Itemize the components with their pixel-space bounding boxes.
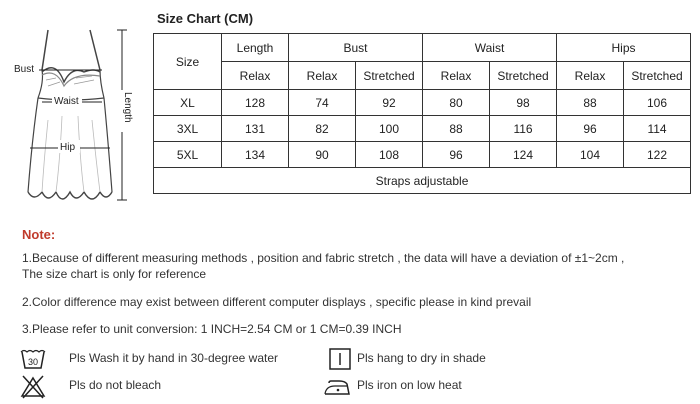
subheader-cell: Relax: [221, 61, 289, 90]
value-cell: 122: [623, 141, 692, 168]
size-cell: 5XL: [153, 141, 222, 168]
value-cell: 106: [623, 89, 692, 116]
value-cell: 88: [556, 89, 625, 116]
subheader-cell: Stretched: [354, 61, 424, 90]
value-cell: 124: [489, 141, 558, 168]
note-deviation: 1.Because of different measuring methods…: [22, 250, 692, 282]
garment-sketch: Bust Waist Hip Length: [12, 29, 133, 201]
value-cell: 114: [623, 115, 692, 142]
note-deviation-line2: The size chart is only for reference: [22, 267, 207, 281]
value-cell: 128: [221, 89, 289, 116]
note-title: Note:: [22, 227, 56, 242]
hip-label: Hip: [60, 142, 75, 153]
waist-header: Waist: [422, 33, 558, 62]
value-cell: 98: [489, 89, 558, 116]
table-footer-row: Straps adjustable: [152, 167, 692, 194]
iron-low-heat-icon: [324, 380, 350, 395]
size-cell: 3XL: [153, 115, 222, 142]
value-cell: 131: [221, 115, 289, 142]
length-label: Length: [122, 92, 133, 123]
subheader-cell: Relax: [422, 61, 491, 90]
waist-label: Waist: [54, 96, 79, 107]
note-color: 2.Color difference may exist between dif…: [22, 295, 532, 309]
hand-wash-icon: 30: [20, 349, 46, 369]
do-not-bleach-icon: [20, 375, 46, 399]
bleach-instruction: Pls do not bleach: [69, 378, 162, 392]
value-cell: 108: [354, 141, 424, 168]
wash-temperature: 30: [28, 357, 38, 367]
table-row: XL 128 74 92 80 98 88 106: [153, 89, 692, 116]
size-chart-table: Size Length Bust Waist Hips Relax Relax …: [152, 33, 692, 194]
size-cell: XL: [153, 89, 222, 116]
note-unit-conversion: 3.Please refer to unit conversion: 1 INC…: [22, 322, 402, 336]
size-header: Size: [153, 33, 222, 90]
table-header-row: Size Length Bust Waist Hips: [153, 33, 692, 90]
subheader-cell: Relax: [288, 61, 356, 90]
value-cell: 116: [489, 115, 558, 142]
bust-label: Bust: [14, 64, 34, 75]
value-cell: 104: [556, 141, 625, 168]
dry-instruction: Pls hang to dry in shade: [357, 351, 486, 365]
value-cell: 134: [221, 141, 289, 168]
subheader-cell: Stretched: [623, 61, 692, 90]
line-dry-shade-icon: [329, 348, 351, 370]
value-cell: 82: [288, 115, 356, 142]
bust-header: Bust: [287, 33, 424, 62]
chart-title: Size Chart (CM): [157, 11, 254, 26]
value-cell: 80: [422, 89, 491, 116]
hips-header: Hips: [556, 33, 692, 62]
value-cell: 88: [422, 115, 491, 142]
straps-adjustable-note: Straps adjustable: [152, 167, 692, 194]
wash-instruction: Pls Wash it by hand in 30-degree water: [69, 351, 278, 365]
value-cell: 74: [288, 89, 356, 116]
table-row: 5XL 134 90 108 96 124 104 122: [153, 141, 692, 168]
value-cell: 92: [354, 89, 424, 116]
length-header: Length: [221, 33, 289, 62]
subheader-cell: Stretched: [489, 61, 558, 90]
subheader-cell: Relax: [556, 61, 625, 90]
value-cell: 100: [354, 115, 424, 142]
value-cell: 96: [556, 115, 625, 142]
iron-instruction: Pls iron on low heat: [357, 378, 462, 392]
table-row: 3XL 131 82 100 88 116 96 114: [153, 115, 692, 142]
table-subheader-row: Relax Relax Stretched Relax Stretched Re…: [154, 61, 692, 90]
note-deviation-line1: 1.Because of different measuring methods…: [22, 251, 625, 265]
value-cell: 90: [288, 141, 356, 168]
value-cell: 96: [422, 141, 491, 168]
nightdress-illustration: [27, 29, 113, 200]
